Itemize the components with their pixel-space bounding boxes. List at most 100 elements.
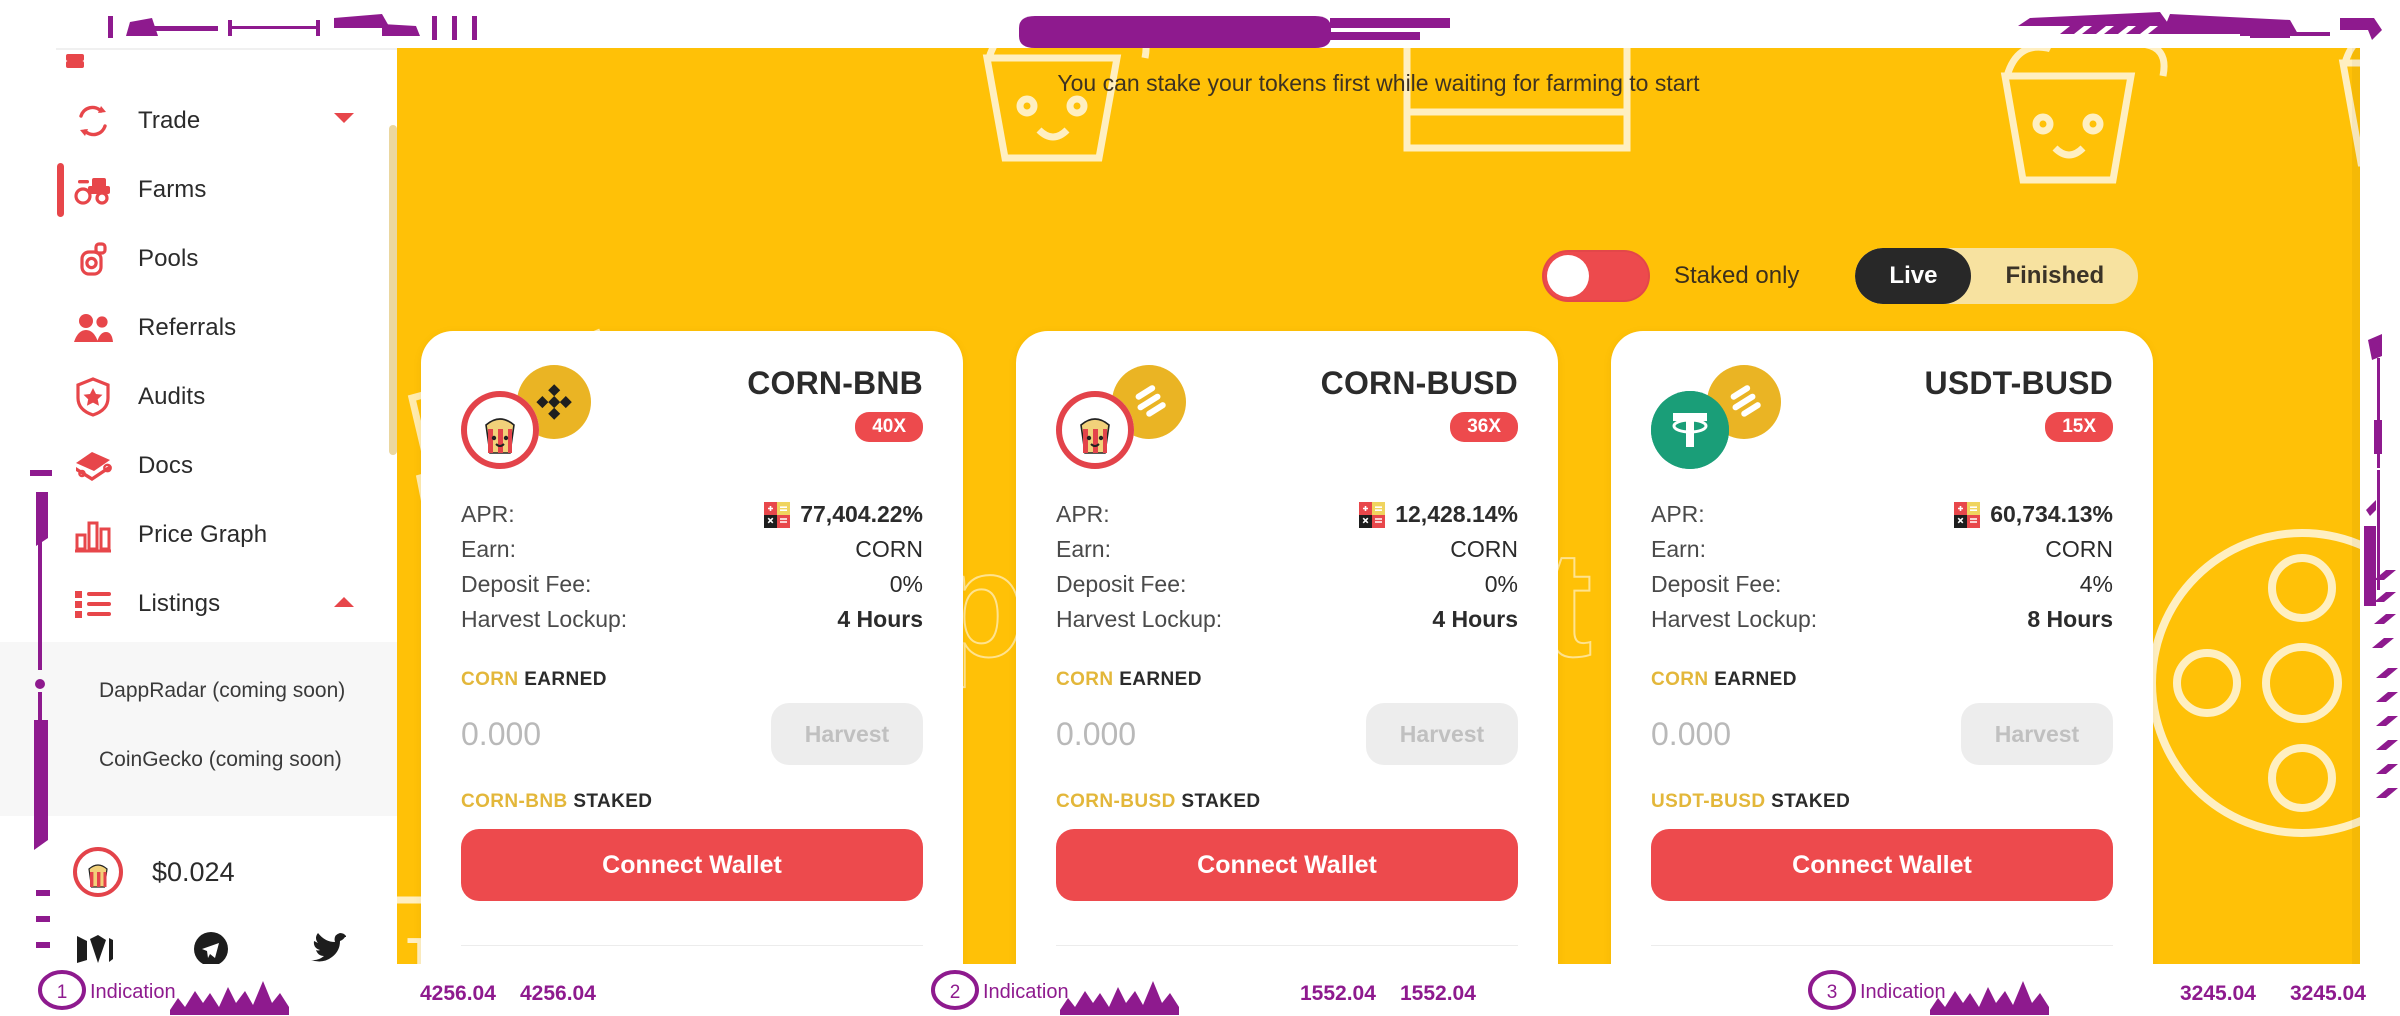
tab-finished[interactable]: Finished (1971, 248, 2138, 304)
farms-filter-bar: Staked only Live Finished (1542, 248, 2139, 304)
chevron-up-icon (333, 595, 355, 613)
shield-star-icon (70, 376, 116, 417)
stat-harvest-lockup-label: Harvest Lockup: (1651, 606, 1818, 632)
stat-apr-value-wrap: 77,404.22% (764, 501, 923, 528)
sidebar-divider (56, 48, 397, 50)
harvest-button[interactable]: Harvest (771, 703, 923, 765)
svg-text:3245.04: 3245.04 (2180, 982, 2256, 1005)
stat-apr-value-wrap: 60,734.13% (1954, 501, 2113, 528)
tractor-icon (70, 170, 116, 210)
sidebar-item-label: Referrals (138, 313, 237, 341)
stat-harvest-lockup: Harvest Lockup: 8 Hours (1651, 602, 2113, 637)
tab-live[interactable]: Live (1855, 248, 1972, 304)
token-price-value: $0.024 (152, 856, 235, 887)
harvest-button[interactable]: Harvest (1961, 703, 2113, 765)
farm-pair-info: CORN-BUSD 36X (1321, 365, 1518, 442)
calculator-icon[interactable] (1359, 501, 1386, 528)
connect-wallet-button[interactable]: Connect Wallet (1056, 829, 1518, 901)
connect-wallet-button[interactable]: Connect Wallet (461, 829, 923, 901)
stat-deposit-fee-label: Deposit Fee: (1056, 571, 1187, 597)
app-screen: TICKET (0, 0, 2400, 1016)
sidebar-item-label: Audits (138, 382, 206, 410)
stat-earn-value: CORN (1450, 536, 1518, 562)
popcorn-decoration-far-right (2338, 48, 2360, 167)
sidebar-item-referrals[interactable]: Referrals (0, 293, 397, 362)
corn-token-icon (1056, 391, 1134, 469)
stat-earn: Earn: CORN (461, 532, 923, 567)
stat-earn-label: Earn: (1651, 536, 1706, 562)
telegram-icon[interactable] (192, 932, 230, 964)
film-strip-decoration (1403, 48, 1631, 152)
stat-earn: Earn: CORN (1651, 532, 2113, 567)
stat-deposit-fee-value: 4% (2079, 571, 2113, 597)
connect-wallet-button[interactable]: Connect Wallet (1651, 829, 2113, 901)
farm-pair-name: CORN-BNB (747, 365, 923, 401)
bar-chart-icon (70, 515, 116, 555)
farm-stats: APR: 12,428.14% Earn: CORN Deposit Fee: … (1056, 497, 1518, 637)
stat-deposit-fee-label: Deposit Fee: (461, 571, 592, 597)
staked-token-name: CORN-BUSD (1056, 791, 1176, 812)
pool-jar-icon (70, 239, 116, 279)
medium-icon[interactable] (76, 932, 114, 964)
svg-text:2: 2 (950, 982, 961, 1003)
stat-deposit-fee: Deposit Fee: 4% (1651, 567, 2113, 602)
stat-deposit-fee-value: 0% (889, 571, 923, 597)
sidebar-scroll-thumb[interactable] (389, 125, 397, 455)
details-toggle[interactable]: Details (1056, 946, 1518, 964)
stat-harvest-lockup-label: Harvest Lockup: (1056, 606, 1223, 632)
stat-earn-value: CORN (2045, 536, 2113, 562)
stat-apr-label: APR: (461, 501, 515, 527)
earned-value: 0.000 (461, 715, 542, 752)
stake-banner-text: You can stake your tokens first while wa… (1057, 70, 1700, 96)
stat-harvest-lockup-label: Harvest Lockup: (461, 606, 628, 632)
details-toggle[interactable]: Details (461, 946, 923, 964)
sidebar-item-label: Listings (138, 589, 221, 617)
svg-text:4256.04: 4256.04 (420, 982, 496, 1005)
stat-apr: APR: 77,404.22% (461, 497, 923, 532)
farm-card: CORN-BUSD 36X APR: 12,428.14% Earn: CORN… (1016, 331, 1558, 964)
staked-only-label: Staked only (1674, 262, 1800, 289)
farm-pair-info: CORN-BNB 40X (747, 365, 923, 442)
sidebar-item-pools[interactable]: Pools (0, 224, 397, 293)
twitter-icon[interactable] (308, 932, 346, 964)
swap-icon (70, 101, 116, 141)
staked-only-toggle[interactable] (1542, 250, 1650, 302)
sidebar-item-audits[interactable]: Audits (0, 362, 397, 431)
details-toggle[interactable]: Details (1651, 946, 2113, 964)
svg-text:Indication: Indication (90, 981, 176, 1003)
sidebar-item-trade[interactable]: Trade (0, 86, 397, 155)
stat-harvest-lockup: Harvest Lockup: 4 Hours (461, 602, 923, 637)
staked-token-name: USDT-BUSD (1651, 791, 1766, 812)
right-edge-annotation (2364, 334, 2398, 798)
farm-card-header: CORN-BNB 40X (461, 365, 923, 483)
stat-earn-label: Earn: (1056, 536, 1111, 562)
stat-earn: Earn: CORN (1056, 532, 1518, 567)
sidebar-item-farms[interactable]: Farms (0, 155, 397, 224)
staked-label: CORN-BUSD STAKED (1056, 791, 1518, 813)
stat-deposit-fee-value: 0% (1484, 571, 1518, 597)
calculator-icon[interactable] (764, 501, 791, 528)
stat-apr-label: APR: (1056, 501, 1110, 527)
farm-card-header: CORN-BUSD 36X (1056, 365, 1518, 483)
farm-card-header: USDT-BUSD 15X (1651, 365, 2113, 483)
stat-apr-value: 12,428.14% (1395, 501, 1518, 527)
farm-pair-name: USDT-BUSD (1924, 365, 2113, 401)
sidebar-item-label: Price Graph (138, 520, 268, 548)
farm-pair-info: USDT-BUSD 15X (1925, 365, 2113, 442)
bottom-annotation-overlay: 1 Indication 4256.04 4256.04 2 Indicatio… (0, 964, 2400, 1016)
earned-token-name: CORN (461, 669, 519, 690)
svg-text:Indication: Indication (1860, 981, 1946, 1003)
calculator-icon[interactable] (1954, 501, 1981, 528)
farm-pair-logos (1651, 365, 1781, 469)
stat-apr-value: 77,404.22% (800, 501, 923, 527)
earned-suffix: EARNED (1119, 669, 1202, 690)
harvest-button[interactable]: Harvest (1366, 703, 1518, 765)
stat-apr-value: 60,734.13% (1990, 501, 2113, 527)
farm-multiplier-badge: 36X (1450, 412, 1518, 442)
left-edge-annotation (30, 470, 52, 948)
earned-token-name: CORN (1056, 669, 1114, 690)
staked-suffix: STAKED (1771, 791, 1851, 812)
earned-label: CORN EARNED (1056, 669, 1518, 691)
stat-apr-label: APR: (1651, 501, 1705, 527)
farms-main-panel: TICKET (397, 48, 2360, 964)
